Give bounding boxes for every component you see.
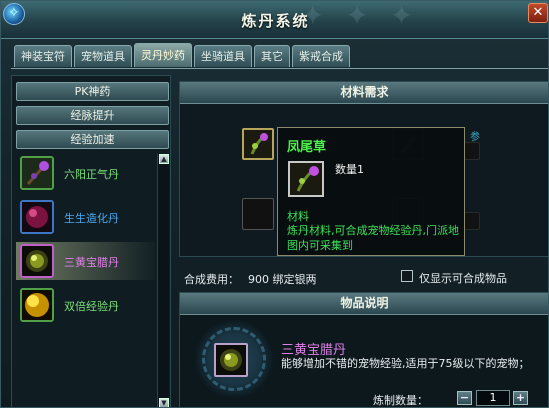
tooltip-description: 炼丹材料,可合成宠物经验丹,门派地图内可采集到 [287, 224, 459, 252]
list-item[interactable]: 三黄宝腊丹 [16, 242, 156, 280]
tooltip-quantity: 数量1 [335, 163, 364, 176]
list-scrollbar[interactable]: ▲ ▼ [157, 154, 169, 407]
tab-shenzhuang[interactable]: 神装宝符 [14, 45, 72, 67]
tooltip-type: 材料 [287, 210, 309, 223]
craft-quantity-input[interactable]: 1 [476, 390, 510, 406]
craftable-only-label[interactable]: 仅显示可合成物品 [419, 270, 507, 286]
cost-value: 900 绑定银两 [248, 273, 317, 286]
olive-orb-icon [20, 244, 54, 278]
tab-other[interactable]: 其它 [254, 45, 290, 67]
window-title: 炼丹系统 [241, 12, 310, 30]
item-name: 生生造化丹 [64, 212, 119, 225]
increment-button[interactable]: + [513, 391, 528, 405]
tooltip-item-name: 凤尾草 [287, 140, 327, 155]
crimson-orb-icon [20, 200, 54, 234]
category-pk-elixir[interactable]: PK神药 [16, 82, 169, 101]
close-icon[interactable]: ✕ [528, 3, 548, 23]
craftable-only-checkbox[interactable] [401, 270, 413, 282]
phoenix-tail-herb-icon[interactable] [242, 128, 274, 160]
golden-orb-icon [20, 288, 54, 322]
olive-orb-icon [214, 343, 248, 377]
scroll-down-icon[interactable]: ▼ [159, 398, 169, 407]
craft-quantity-label: 炼制数量： [373, 394, 428, 407]
recipe-list: 六阳正气丹 生生造化丹 三黄宝腊丹 双倍经验丹 [16, 150, 156, 407]
alchemy-window: ✦ ✦ ✦ ✧ 炼丹系统 ✕ 神装宝符 宠物道具 灵丹妙药 坐骑道具 其它 紫戒… [0, 0, 549, 408]
list-item[interactable]: 双倍经验丹 [16, 286, 156, 324]
item-name: 三黄宝腊丹 [64, 256, 119, 269]
tab-elixirs[interactable]: 灵丹妙药 [134, 43, 192, 67]
description-heading: 物品说明 [180, 293, 548, 315]
list-item[interactable]: 生生造化丹 [16, 198, 156, 236]
materials-heading: 材料需求 [180, 82, 548, 104]
decrement-button[interactable]: − [457, 391, 472, 405]
item-description-panel: 物品说明 三黄宝腊丹 能够增加不错的宠物经验,适用于75级以下的宠物； 炼制数量… [179, 292, 548, 407]
tab-bar: 神装宝符 宠物道具 灵丹妙药 坐骑道具 其它 紫戒合成 [14, 43, 350, 69]
material-name: 参 [470, 132, 480, 143]
tab-purple-ring[interactable]: 紫戒合成 [292, 45, 350, 67]
title-bar[interactable]: ✦ ✦ ✦ ✧ 炼丹系统 ✕ [1, 1, 548, 39]
scroll-up-icon[interactable]: ▲ [159, 154, 169, 164]
material-slot[interactable] [242, 198, 274, 230]
list-item[interactable]: 六阳正气丹 [16, 154, 156, 192]
tab-mount-items[interactable]: 坐骑道具 [194, 45, 252, 67]
tab-pet-items[interactable]: 宠物道具 [74, 45, 132, 67]
item-name: 双倍经验丹 [64, 300, 119, 313]
item-tooltip: 凤尾草 数量1 材料 炼丹材料,可合成宠物经验丹,门派地图内可采集到 [277, 127, 465, 256]
recipe-list-panel: PK神药 经脉提升 经验加速 六阳正气丹 生生造化丹 三黄宝腊丹 双倍经验丹 ▲… [11, 75, 171, 407]
tab-divider [11, 68, 548, 69]
purple-herb-icon [20, 156, 54, 190]
phoenix-tail-herb-icon [288, 161, 324, 197]
item-name: 六阳正气丹 [64, 168, 119, 181]
category-meridian[interactable]: 经脉提升 [16, 106, 169, 125]
description-text: 能够增加不错的宠物经验,适用于75级以下的宠物； [281, 357, 530, 370]
cost-label: 合成费用： [184, 273, 239, 286]
category-exp-boost[interactable]: 经验加速 [16, 130, 169, 149]
